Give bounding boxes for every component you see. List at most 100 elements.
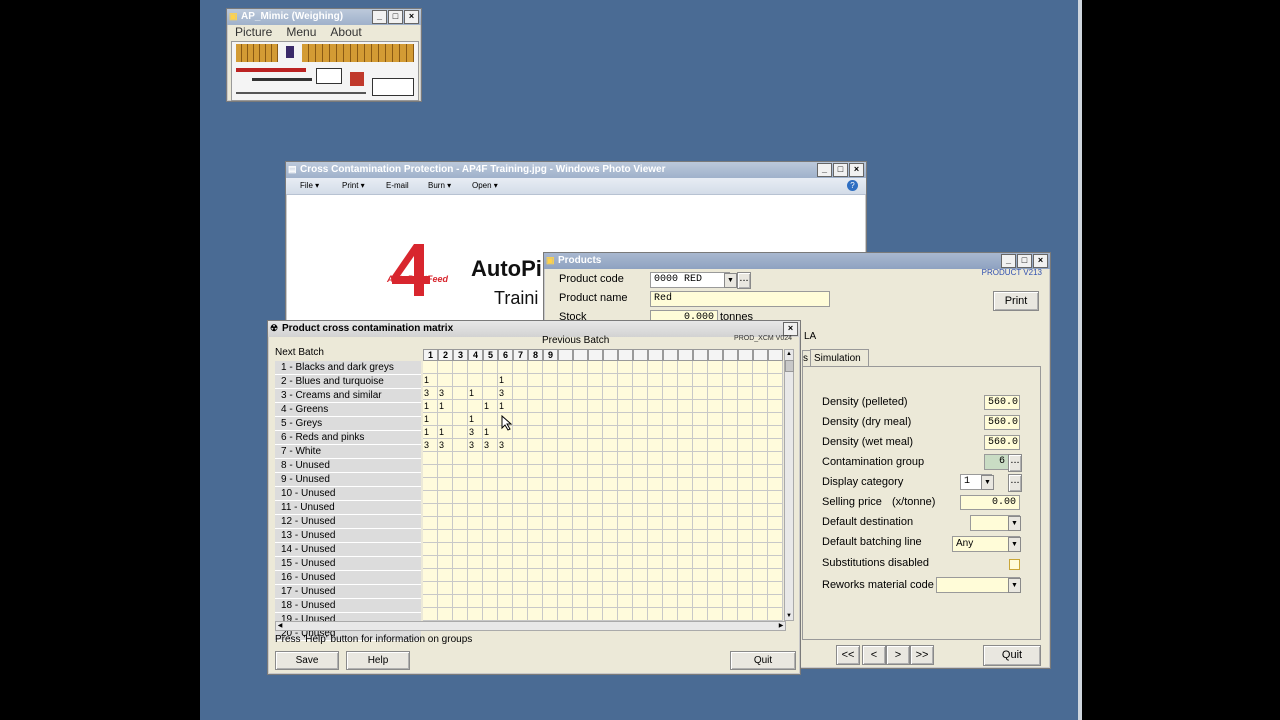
matrix-cell[interactable] [723, 543, 738, 556]
matrix-cell[interactable] [588, 608, 603, 621]
matrix-cell[interactable] [438, 530, 453, 543]
matrix-cell[interactable] [543, 413, 558, 426]
matrix-cell[interactable] [438, 569, 453, 582]
matrix-cell[interactable] [663, 543, 678, 556]
matrix-cell[interactable] [603, 465, 618, 478]
matrix-cell[interactable] [693, 439, 708, 452]
matrix-cell[interactable] [648, 569, 663, 582]
matrix-cell[interactable] [768, 413, 783, 426]
matrix-cell[interactable] [678, 595, 693, 608]
matrix-cell[interactable] [708, 361, 723, 374]
matrix-cell[interactable] [528, 543, 543, 556]
matrix-cell[interactable] [753, 569, 768, 582]
matrix-cell[interactable] [693, 374, 708, 387]
matrix-cell[interactable] [663, 491, 678, 504]
matrix-cell[interactable] [528, 478, 543, 491]
matrix-cell[interactable] [558, 556, 573, 569]
matrix-cell[interactable] [693, 569, 708, 582]
matrix-cell[interactable] [708, 556, 723, 569]
matrix-cell[interactable] [648, 413, 663, 426]
matrix-cell[interactable] [498, 608, 513, 621]
matrix-cell[interactable] [528, 361, 543, 374]
matrix-cell[interactable]: 1 [438, 426, 453, 439]
matrix-cell[interactable] [768, 569, 783, 582]
matrix-cell[interactable] [693, 465, 708, 478]
matrix-cell[interactable] [483, 374, 498, 387]
matrix-cell[interactable] [438, 556, 453, 569]
products-quit-button[interactable]: Quit [983, 645, 1041, 666]
matrix-cell[interactable] [663, 582, 678, 595]
matrix-cell[interactable] [558, 374, 573, 387]
matrix-cell[interactable] [618, 595, 633, 608]
first-record-button[interactable]: << [836, 645, 860, 665]
matrix-cell[interactable] [633, 543, 648, 556]
chevron-down-icon[interactable]: ▼ [1008, 578, 1021, 593]
matrix-cell[interactable] [723, 582, 738, 595]
matrix-cell[interactable] [648, 387, 663, 400]
matrix-cell[interactable] [633, 582, 648, 595]
matrix-cell[interactable] [663, 595, 678, 608]
matrix-cell[interactable] [603, 608, 618, 621]
matrix-cell[interactable] [558, 413, 573, 426]
matrix-cell[interactable] [603, 504, 618, 517]
matrix-cell[interactable]: 3 [423, 439, 438, 452]
matrix-cell[interactable] [768, 517, 783, 530]
matrix-cell[interactable] [693, 517, 708, 530]
matrix-cell[interactable]: 3 [438, 387, 453, 400]
matrix-cell[interactable]: 1 [498, 400, 513, 413]
matrix-cell[interactable] [528, 582, 543, 595]
matrix-cell[interactable] [453, 543, 468, 556]
matrix-cell[interactable] [723, 426, 738, 439]
matrix-cell[interactable] [573, 361, 588, 374]
matrix-cell[interactable] [543, 361, 558, 374]
matrix-cell[interactable] [603, 491, 618, 504]
matrix-cell[interactable] [753, 556, 768, 569]
matrix-cell[interactable] [588, 504, 603, 517]
mimic-window[interactable]: ▣ AP_Mimic (Weighing) _ □ × Picture Menu… [226, 8, 422, 102]
matrix-cell[interactable] [738, 413, 753, 426]
matrix-cell[interactable] [678, 439, 693, 452]
scroll-left-icon[interactable]: ◀ [276, 622, 284, 630]
matrix-cell[interactable] [573, 517, 588, 530]
matrix-cell[interactable] [498, 595, 513, 608]
matrix-cell[interactable] [618, 387, 633, 400]
matrix-cell[interactable] [588, 452, 603, 465]
matrix-cell[interactable] [558, 452, 573, 465]
matrix-cell[interactable] [633, 374, 648, 387]
matrix-cell[interactable] [678, 465, 693, 478]
matrix-cell[interactable] [678, 478, 693, 491]
matrix-cell[interactable] [588, 465, 603, 478]
matrix-cell[interactable] [663, 361, 678, 374]
close-icon[interactable]: × [783, 322, 798, 336]
matrix-cell[interactable] [663, 530, 678, 543]
matrix-cell[interactable] [678, 556, 693, 569]
matrix-cell[interactable] [423, 504, 438, 517]
matrix-cell[interactable] [483, 569, 498, 582]
matrix-cell[interactable] [633, 439, 648, 452]
matrix-cell[interactable] [573, 530, 588, 543]
matrix-cell[interactable]: 3 [498, 439, 513, 452]
matrix-cell[interactable] [753, 439, 768, 452]
matrix-cell[interactable] [618, 530, 633, 543]
matrix-cell[interactable] [423, 556, 438, 569]
matrix-cell[interactable] [648, 426, 663, 439]
matrix-cell[interactable] [438, 595, 453, 608]
matrix-cell[interactable] [483, 595, 498, 608]
matrix-cell[interactable] [588, 478, 603, 491]
matrix-cell[interactable] [768, 478, 783, 491]
contamination-group-field[interactable]: 6 [984, 454, 1009, 470]
matrix-cell[interactable] [498, 582, 513, 595]
matrix-cell[interactable] [453, 400, 468, 413]
matrix-cell[interactable] [453, 608, 468, 621]
matrix-cell[interactable] [423, 452, 438, 465]
matrix-cell[interactable] [633, 413, 648, 426]
matrix-cell[interactable] [528, 387, 543, 400]
matrix-cell[interactable] [693, 452, 708, 465]
matrix-cell[interactable] [543, 530, 558, 543]
matrix-cell[interactable] [708, 465, 723, 478]
matrix-cell[interactable] [753, 530, 768, 543]
last-record-button[interactable]: >> [910, 645, 934, 665]
matrix-cell[interactable] [708, 426, 723, 439]
viewer-menu-print[interactable]: Print ▾ [342, 178, 365, 194]
matrix-cell[interactable] [603, 426, 618, 439]
